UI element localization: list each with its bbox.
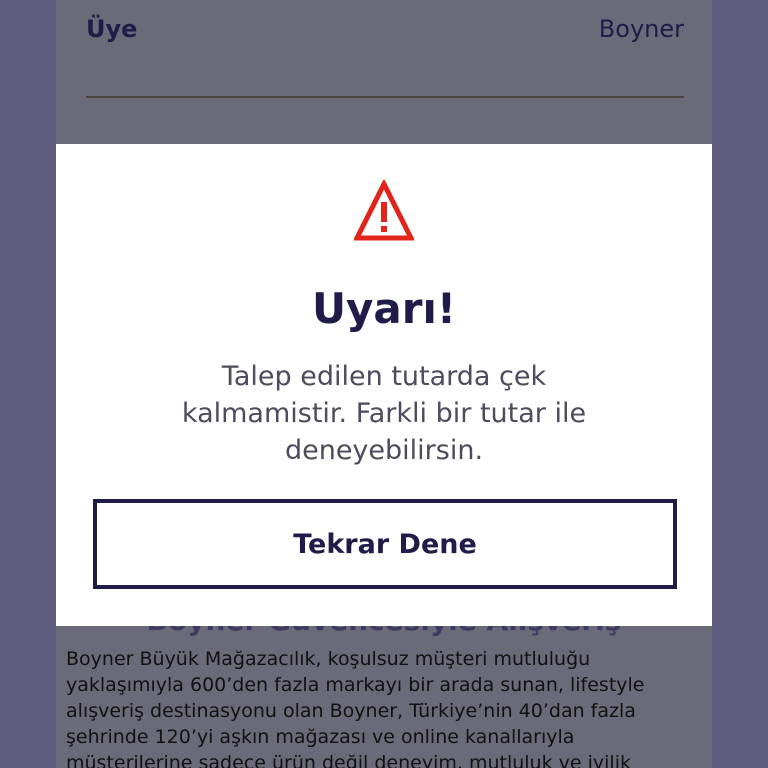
- retry-button[interactable]: Tekrar Dene: [93, 499, 677, 589]
- dialog-title: Uyarı!: [311, 284, 457, 333]
- header-row: Üye Boyner: [86, 14, 684, 44]
- background-text-line: Boyner Büyük Mağazacılık, koşulsuz müşte…: [66, 648, 591, 670]
- header-divider: [86, 96, 684, 98]
- background-text-line: şehrinde 120’yi aşkın mağazası ve online…: [66, 726, 575, 748]
- page: Üye Boyner Boyner Güvencesiyle Alışveriş…: [0, 0, 768, 768]
- dialog-message: Talep edilen tutarda çek kalmamistir. Fa…: [181, 361, 587, 466]
- background-text-line: müşterilerine sadece ürün değil deneyim,…: [66, 752, 631, 768]
- background-description: Boyner Büyük Mağazacılık, koşulsuz müşte…: [66, 646, 706, 768]
- header-brand-label: Boyner: [598, 15, 684, 43]
- header-member-label: Üye: [86, 15, 138, 43]
- background-text-line: alışveriş destinasyonu olan Boyner, Türk…: [66, 700, 636, 722]
- background-text-line: yaklaşımıyla 600’den fazla markayı bir a…: [66, 674, 645, 696]
- warning-icon: [354, 180, 414, 241]
